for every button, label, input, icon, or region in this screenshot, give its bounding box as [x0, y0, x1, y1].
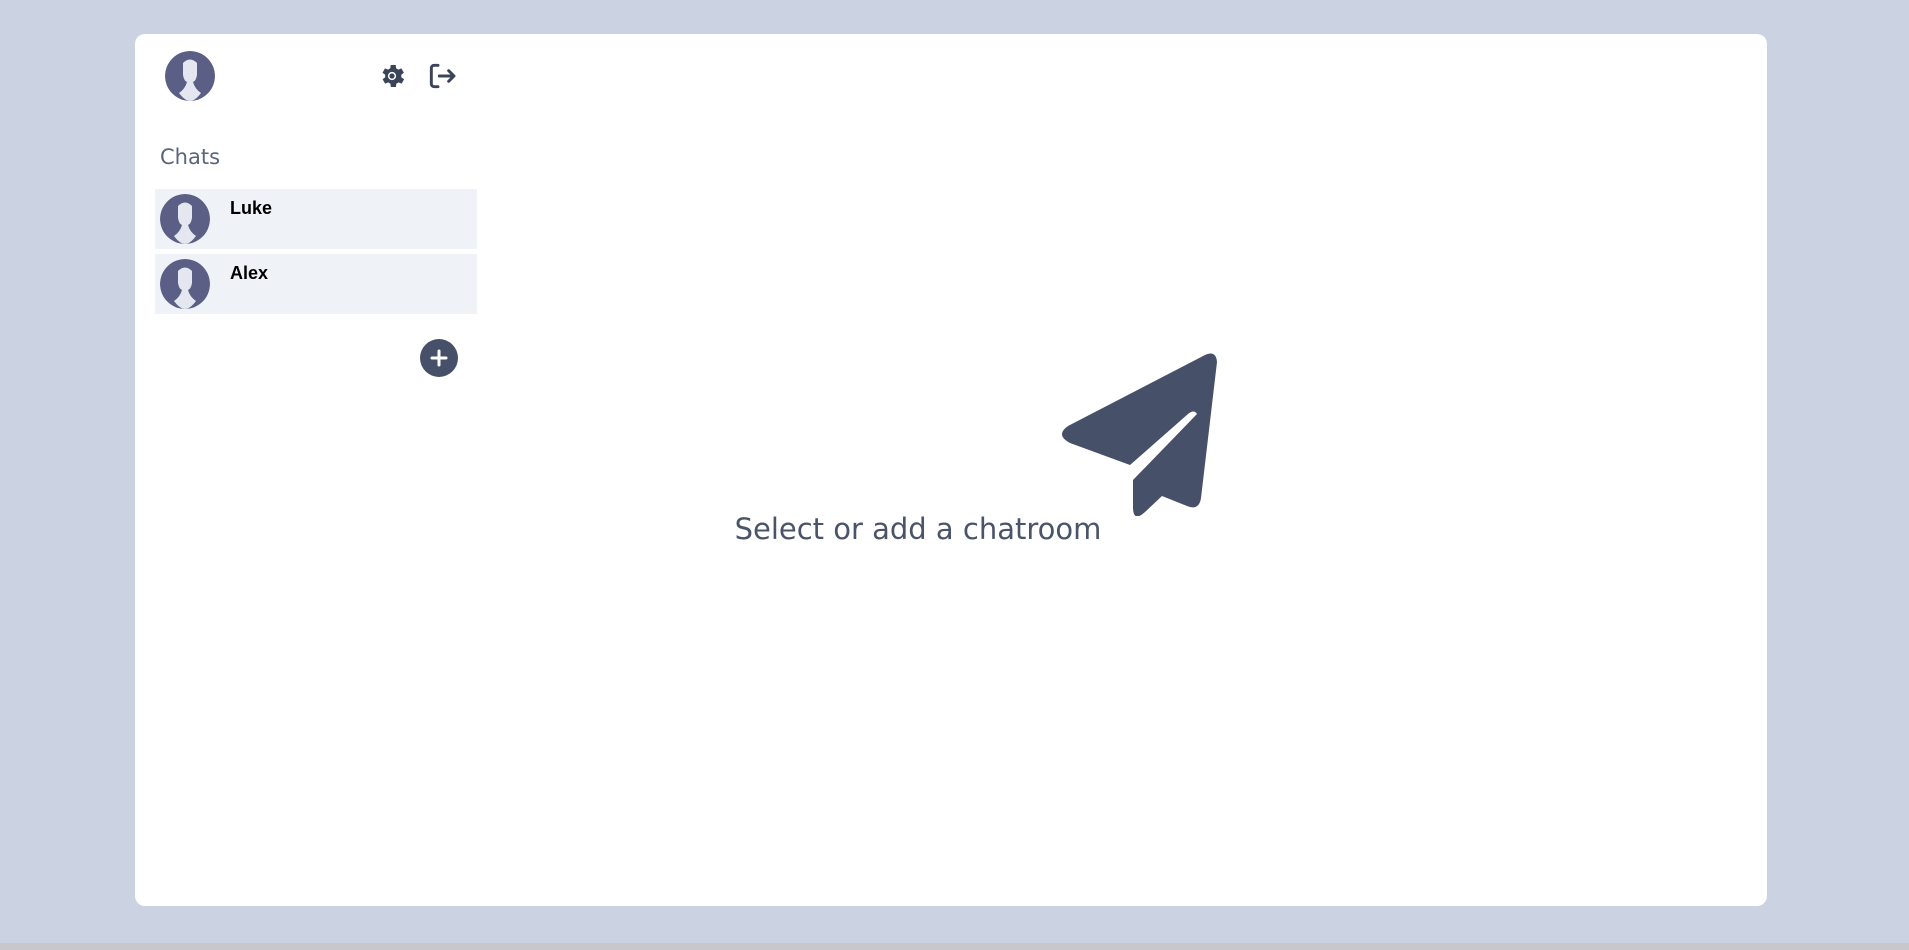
paper-plane-icon	[1062, 353, 1217, 516]
chats-heading: Chats	[160, 145, 221, 169]
chat-item-alex[interactable]: Alex	[155, 254, 477, 314]
sidebar: Chats Luke Alex	[155, 34, 477, 906]
app-window: Chats Luke Alex	[135, 34, 1767, 906]
user-avatar-icon	[160, 194, 210, 244]
chat-name: Luke	[230, 198, 273, 218]
user-avatar-icon	[160, 259, 210, 309]
avatar	[160, 259, 210, 309]
profile-avatar[interactable]	[165, 51, 215, 101]
bottom-bar	[0, 943, 1909, 950]
settings-button[interactable]	[375, 59, 409, 93]
chat-list: Luke Alex	[155, 189, 477, 319]
avatar	[160, 194, 210, 244]
empty-state-message: Select or add a chatroom	[734, 512, 1102, 546]
user-avatar-icon	[165, 51, 215, 101]
plus-icon	[430, 349, 448, 367]
chat-item-luke[interactable]: Luke	[155, 189, 477, 249]
gear-icon	[382, 65, 405, 87]
chat-name: Alex	[230, 263, 269, 283]
logout-icon	[429, 63, 456, 89]
logout-button[interactable]	[425, 59, 459, 93]
add-chat-button[interactable]	[420, 339, 458, 377]
